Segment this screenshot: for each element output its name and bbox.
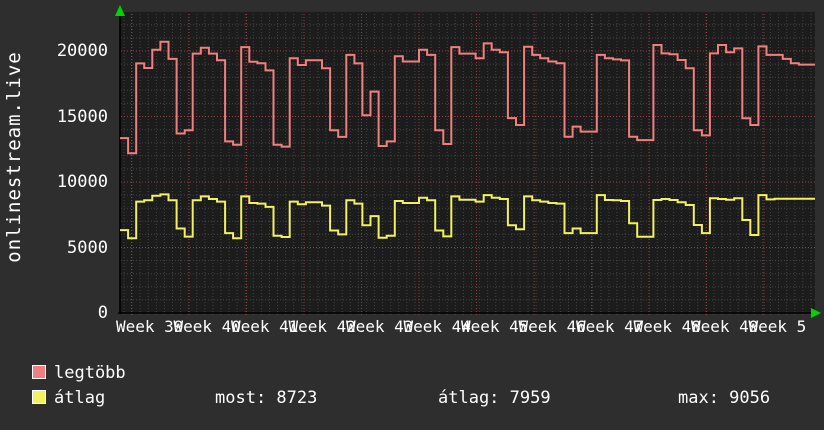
x-axis-labels: Week 39 Week 40 Week 41 Week 42 Week 43 Week … [0, 317, 807, 339]
y-tick-label: 5000 [67, 237, 108, 258]
stat-most: most: 8723 [215, 388, 318, 408]
legend-label-atlag: átlag [54, 388, 106, 408]
legend-label-legtobb: legtöbb [54, 363, 126, 383]
y-tick-label: 20000 [56, 41, 108, 61]
legend-swatch-atlag [32, 390, 46, 404]
y-tick-label: 10000 [56, 172, 108, 192]
rrd-graph: onlinestream.live 0 5000 10000 15000 20000 W… [0, 0, 824, 430]
y-tick-label: 15000 [56, 106, 108, 127]
x-tick-label: Week 50 [748, 317, 808, 336]
x-tick-label-overflow: 5 [806, 317, 807, 336]
stat-atlag: átlag: 7959 [438, 388, 551, 408]
stat-max: max: 9056 [678, 388, 771, 408]
legend-swatch-legtobb [32, 365, 46, 379]
